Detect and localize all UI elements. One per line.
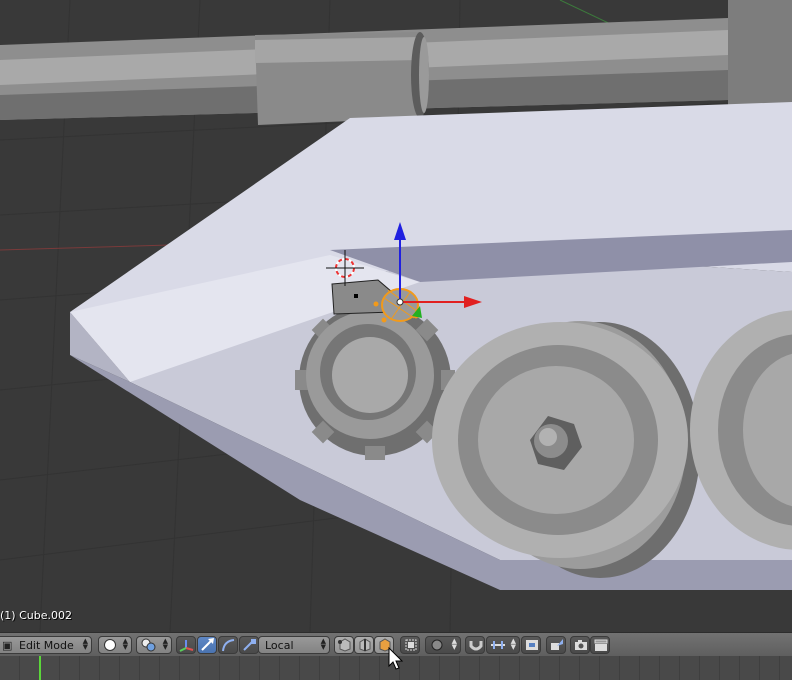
timeline-playhead[interactable] (39, 656, 41, 680)
translate-manipulator-button[interactable] (197, 636, 217, 654)
render-animation-button[interactable] (590, 636, 610, 654)
updown-arrows-icon: ▲ ▼ (510, 637, 516, 651)
snap-increment-icon (491, 641, 505, 649)
occlude-geometry-icon (405, 639, 417, 651)
solid-sphere-icon (104, 639, 116, 651)
snap-toggle-button[interactable] (465, 636, 485, 654)
magnet-icon (469, 641, 483, 651)
clapper-icon (594, 639, 608, 651)
transform-orientation-select[interactable]: Local ▲ ▼ (258, 636, 330, 654)
snap-target-icon (526, 640, 538, 650)
cursor-grab-icon (551, 639, 563, 650)
editmode-icon: ▣ (2, 639, 13, 652)
snap-element-select[interactable]: ▲ ▼ (486, 636, 520, 654)
manipulator-axes-icon (179, 640, 194, 652)
mode-select[interactable]: ▣ Edit Mode ▲ ▼ (0, 636, 92, 654)
background-column (728, 0, 792, 105)
translate-arrow-icon (201, 638, 214, 651)
manipulator-toggle-button[interactable] (176, 636, 196, 654)
updown-arrows-icon: ▲ ▼ (451, 637, 457, 651)
scale-icon (243, 639, 256, 651)
active-object-label: (1) Cube.002 (0, 609, 72, 622)
sprocket-wheel (295, 300, 455, 460)
rotate-arc-icon (222, 639, 235, 652)
grab-cursor-button[interactable] (546, 636, 566, 654)
updown-arrows-icon: ▲ ▼ (320, 637, 326, 651)
proportional-edit-select[interactable]: ▲ ▼ (425, 636, 461, 654)
pivot-point-select[interactable]: ▲ ▼ (136, 636, 172, 654)
scale-manipulator-button[interactable] (239, 636, 259, 654)
viewport-shading-select[interactable]: ▲ ▼ (98, 636, 132, 654)
edge-select-button[interactable] (354, 636, 374, 654)
updown-arrows-icon: ▲ ▼ (162, 637, 168, 651)
render-button[interactable] (570, 636, 590, 654)
orientation-label: Local (265, 639, 294, 652)
mouse-pointer-icon (388, 647, 404, 670)
scene-render (0, 0, 792, 632)
vertex-select-icon (338, 638, 351, 652)
updown-arrows-icon: ▲ ▼ (122, 637, 128, 651)
3d-viewport[interactable]: (1) Cube.002 (0, 0, 792, 632)
rotate-manipulator-button[interactable] (218, 636, 238, 654)
proportional-edit-icon (431, 639, 443, 651)
camera-icon (575, 640, 587, 650)
mode-label: Edit Mode (19, 639, 74, 652)
snap-target-button[interactable] (521, 636, 541, 654)
pivot-point-icon (141, 638, 156, 652)
edge-select-icon (359, 638, 371, 652)
updown-arrows-icon: ▲ ▼ (82, 637, 88, 651)
vertex-select-button[interactable] (334, 636, 354, 654)
